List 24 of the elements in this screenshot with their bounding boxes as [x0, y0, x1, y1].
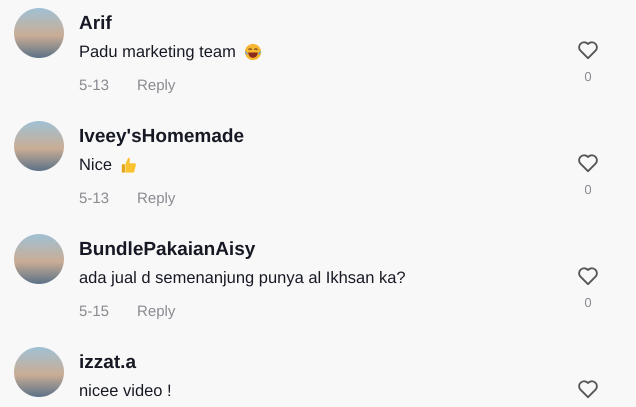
avatar-photo-placeholder[interactable]: [14, 8, 64, 58]
thumbs-up-icon: [120, 156, 138, 174]
username[interactable]: izzat.a: [79, 351, 558, 375]
comment-text: nicee video !: [79, 382, 172, 400]
username[interactable]: BundlePakaianAisy: [79, 238, 558, 262]
heart-icon[interactable]: [577, 40, 599, 60]
username[interactable]: Arif: [79, 12, 558, 36]
laughing-emoji-icon: [244, 43, 262, 61]
comment-text: Nice: [79, 156, 112, 174]
comment-text: ada jual d semenanjung punya al Ikhsan ka?: [79, 268, 406, 288]
comment-date: 5-13: [79, 190, 110, 207]
like-count: 0: [584, 295, 592, 310]
avatar-photo-placeholder[interactable]: [14, 121, 64, 171]
like-count: 0: [584, 182, 592, 197]
avatar-photo-placeholder[interactable]: [14, 234, 64, 284]
avatar-photo-placeholder[interactable]: [14, 347, 64, 397]
comment-date: 5-13: [79, 77, 110, 94]
comment-text: Padu marketing team: [79, 42, 236, 62]
heart-icon[interactable]: [577, 266, 599, 286]
heart-icon[interactable]: [577, 153, 599, 173]
heart-icon[interactable]: [577, 379, 599, 399]
username[interactable]: Iveey'sHomemade: [79, 125, 558, 149]
comment-date: 5-15: [79, 303, 110, 320]
like-count: 0: [584, 69, 592, 84]
